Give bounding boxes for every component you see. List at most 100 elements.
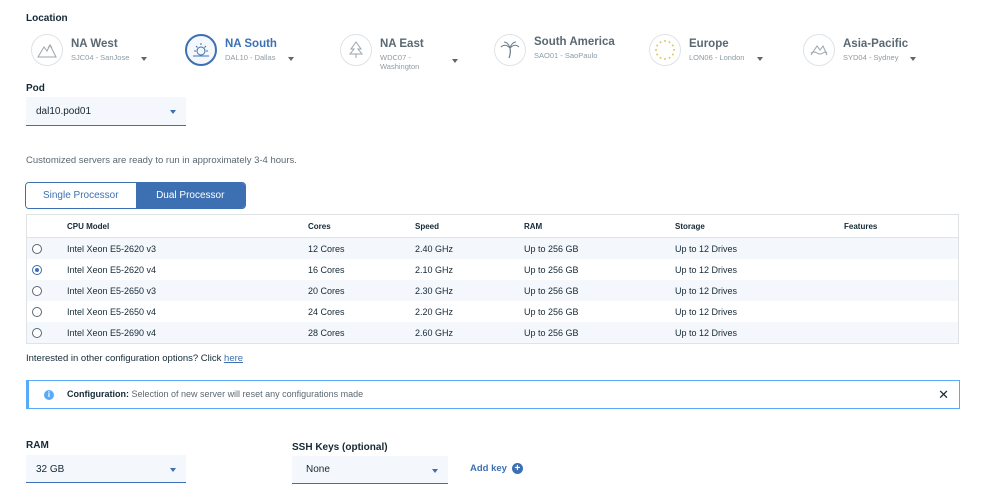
ram: Up to 256 GB	[524, 264, 579, 275]
cpu-model: Intel Xeon E5-2620 v4	[67, 264, 157, 275]
column-header-storage: Storage	[675, 221, 705, 231]
pod-select[interactable]: dal10.pod01	[26, 97, 186, 126]
chevron-down-icon[interactable]	[141, 57, 147, 61]
column-header-cores: Cores	[308, 221, 331, 231]
ram-select[interactable]: 32 GB	[26, 455, 186, 483]
location-card-na-south[interactable]: NA South DAL10 - Dallas	[185, 32, 300, 72]
add-key-label: Add key	[470, 463, 507, 474]
table-row[interactable]: Intel Xeon E5-2690 v4 28 Cores 2.60 GHz …	[27, 322, 958, 343]
notification-title: Configuration:	[67, 389, 129, 399]
speed: 2.10 GHz	[415, 264, 454, 275]
column-header-speed: Speed	[415, 221, 440, 231]
location-name: NA South	[225, 38, 277, 50]
row-radio[interactable]	[32, 243, 42, 254]
location-name: NA West	[71, 38, 118, 50]
palm-tree-icon	[494, 34, 526, 66]
chevron-down-icon	[170, 110, 176, 114]
location-card-europe[interactable]: Europe LON06 - London	[649, 32, 769, 72]
speed: 2.20 GHz	[415, 306, 454, 317]
row-radio[interactable]	[32, 264, 42, 275]
location-sub: SAO01 - SaoPaulo	[534, 51, 598, 60]
chevron-down-icon[interactable]	[288, 57, 294, 61]
ram: Up to 256 GB	[524, 243, 579, 254]
location-label: Location	[26, 13, 68, 24]
tab-dual-processor[interactable]: Dual Processor	[135, 183, 245, 208]
other-options-prefix: Interested in other configuration option…	[26, 353, 225, 364]
location-sub: WDC07 - Washington	[380, 53, 420, 71]
notification-message: Selection of new server will reset any c…	[131, 389, 364, 399]
cpu-model: Intel Xeon E5-2620 v3	[67, 243, 157, 254]
table-row[interactable]: Intel Xeon E5-2650 v4 24 Cores 2.20 GHz …	[27, 301, 958, 322]
column-header-cpu-model: CPU Model	[67, 221, 110, 231]
location-sub: SJC04 - SanJose	[71, 53, 130, 62]
other-options-text: Interested in other configuration option…	[26, 353, 243, 364]
speed: 2.40 GHz	[415, 243, 454, 254]
ssh-keys-select[interactable]: None	[292, 456, 448, 484]
row-radio[interactable]	[32, 306, 42, 317]
storage: Up to 12 Drives	[675, 285, 738, 296]
ssh-keys-value: None	[306, 464, 330, 475]
chevron-down-icon[interactable]	[452, 59, 458, 63]
table-header: CPU Model Cores Speed RAM Storage Featur…	[27, 215, 958, 238]
chevron-down-icon	[170, 468, 176, 472]
tab-single-processor[interactable]: Single Processor	[26, 183, 136, 208]
column-header-features: Features	[844, 221, 878, 231]
other-options-link[interactable]: here	[224, 353, 243, 364]
row-radio[interactable]	[32, 285, 42, 296]
location-card-asia-pacific[interactable]: Asia-Pacific SYD04 - Sydney	[803, 32, 923, 72]
row-radio[interactable]	[32, 327, 42, 338]
location-name: Europe	[689, 38, 729, 50]
chevron-down-icon[interactable]	[910, 57, 916, 61]
ram: Up to 256 GB	[524, 327, 579, 338]
storage: Up to 12 Drives	[675, 264, 738, 275]
processor-toggle[interactable]: Single Processor Dual Processor	[25, 182, 246, 209]
location-card-na-east[interactable]: NA East WDC07 - Washington	[340, 32, 460, 72]
stars-circle-icon	[649, 34, 681, 66]
ram: Up to 256 GB	[524, 306, 579, 317]
sun-icon	[185, 34, 217, 66]
provision-time-text: Customized servers are ready to run in a…	[26, 155, 297, 166]
waves-icon	[803, 34, 835, 66]
ram: Up to 256 GB	[524, 285, 579, 296]
chevron-down-icon[interactable]	[757, 57, 763, 61]
chevron-down-icon	[432, 469, 438, 473]
speed: 2.60 GHz	[415, 327, 454, 338]
storage: Up to 12 Drives	[675, 306, 738, 317]
location-sub: SYD04 - Sydney	[843, 53, 899, 62]
cores: 24 Cores	[308, 306, 345, 317]
column-header-ram: RAM	[524, 221, 543, 231]
location-sub: DAL10 - Dallas	[225, 53, 276, 62]
info-icon: i	[44, 390, 54, 400]
table-row[interactable]: Intel Xeon E5-2650 v3 20 Cores 2.30 GHz …	[27, 280, 958, 301]
cpu-table: CPU Model Cores Speed RAM Storage Featur…	[26, 214, 959, 344]
notification-text: Configuration: Selection of new server w…	[67, 389, 363, 399]
close-icon[interactable]: ✕	[938, 387, 949, 403]
cores: 16 Cores	[308, 264, 345, 275]
cores: 20 Cores	[308, 285, 345, 296]
location-name: NA East	[380, 38, 424, 50]
location-name: Asia-Pacific	[843, 38, 909, 50]
location-sub: LON06 - London	[689, 53, 745, 62]
location-card-na-west[interactable]: NA West SJC04 - SanJose	[31, 32, 171, 72]
add-key-button[interactable]: Add key +	[470, 463, 523, 474]
ssh-keys-label: SSH Keys (optional)	[292, 442, 388, 453]
table-row[interactable]: Intel Xeon E5-2620 v3 12 Cores 2.40 GHz …	[27, 238, 958, 259]
cores: 28 Cores	[308, 327, 345, 338]
table-row[interactable]: Intel Xeon E5-2620 v4 16 Cores 2.10 GHz …	[27, 259, 958, 280]
cpu-model: Intel Xeon E5-2650 v4	[67, 306, 157, 317]
configuration-notification: i Configuration: Selection of new server…	[26, 380, 960, 409]
storage: Up to 12 Drives	[675, 243, 738, 254]
location-card-south-america[interactable]: South America SAO01 - SaoPaulo	[494, 32, 619, 72]
speed: 2.30 GHz	[415, 285, 454, 296]
location-name: South America	[534, 36, 615, 48]
ram-value: 32 GB	[36, 464, 65, 475]
tree-icon	[340, 34, 372, 66]
pod-value: dal10.pod01	[36, 106, 92, 117]
plus-circle-icon: +	[511, 463, 523, 474]
ram-label: RAM	[26, 440, 49, 451]
cpu-model: Intel Xeon E5-2690 v4	[67, 327, 157, 338]
storage: Up to 12 Drives	[675, 327, 738, 338]
pod-label: Pod	[26, 83, 45, 94]
cpu-model: Intel Xeon E5-2650 v3	[67, 285, 157, 296]
mountains-icon	[31, 34, 63, 66]
